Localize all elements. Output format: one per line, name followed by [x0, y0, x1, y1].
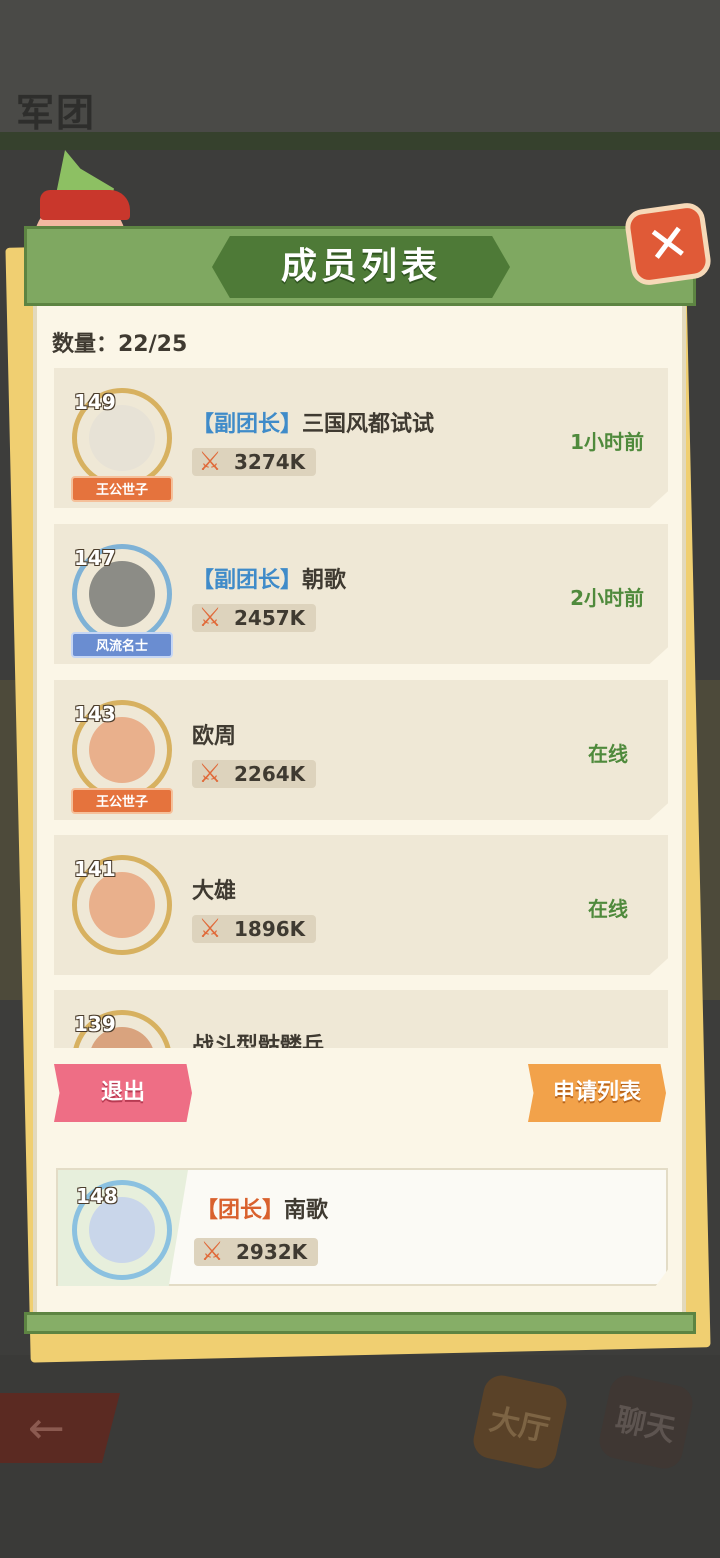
title-badge: 王公世子 — [71, 788, 173, 814]
apply-list-button[interactable]: 申请列表 — [528, 1064, 666, 1122]
power-box: ⚔ 1896K — [192, 914, 316, 944]
chat-label: 聊天 — [612, 1402, 679, 1449]
mascot-headband — [40, 190, 130, 220]
member-status: 2小时前 — [570, 586, 644, 610]
member-name-line: 【副团长】三国风都试试 — [192, 406, 434, 438]
member-name-line: 大雄 — [192, 873, 236, 905]
title-badge: 王公世子 — [71, 476, 173, 502]
dialog-title: 成员列表 — [280, 246, 441, 287]
member-count: 数量：22/25 — [52, 332, 188, 357]
power-value: 3274K — [234, 450, 306, 474]
power-value: 2264K — [234, 762, 306, 786]
close-icon: ✕ — [643, 212, 693, 276]
leader-name: 南歌 — [284, 1198, 329, 1223]
member-card[interactable]: 143 王公世子 欧周 ⚔ 2264K 在线 — [54, 680, 668, 820]
member-card[interactable]: 147 风流名士 【副团长】朝歌 ⚔ 2457K 2小时前 — [54, 524, 668, 664]
close-button[interactable]: ✕ — [623, 200, 713, 288]
avatar-portrait — [89, 405, 155, 471]
crossed-swords-icon: ⚔ — [198, 447, 222, 477]
power-value: 2457K — [234, 606, 306, 630]
member-card[interactable]: 149 王公世子 【副团长】三国风都试试 ⚔ 3274K 1小时前 — [54, 368, 668, 508]
member-level: 149 — [74, 390, 116, 414]
power-value: 1896K — [234, 917, 306, 941]
member-card[interactable]: 141 大雄 ⚔ 1896K 在线 — [54, 835, 668, 975]
member-name: 朝歌 — [302, 568, 347, 593]
power-box: ⚔ 2457K — [192, 603, 316, 633]
member-name-line: 【副团长】朝歌 — [192, 562, 346, 594]
member-name: 大雄 — [192, 879, 237, 904]
member-status: 在线 — [588, 897, 628, 921]
leader-name-line: 【团长】南歌 — [196, 1192, 328, 1224]
crossed-swords-icon: ⚔ — [198, 603, 222, 633]
member-card[interactable]: 139 战斗型骷髅兵 — [54, 990, 668, 1048]
crossed-swords-icon: ⚔ — [200, 1237, 224, 1267]
avatar-portrait — [89, 717, 155, 783]
member-name: 欧周 — [192, 724, 237, 749]
avatar-portrait — [89, 561, 155, 627]
leader-role: 【团长】 — [196, 1198, 285, 1223]
dialog-footer — [24, 1312, 696, 1334]
member-list[interactable]: 149 王公世子 【副团长】三国风都试试 ⚔ 3274K 1小时前 147 风流名… — [54, 368, 668, 1048]
power-box: ⚔ 2932K — [194, 1237, 318, 1267]
background-header — [0, 0, 720, 150]
member-name-line: 欧周 — [192, 718, 236, 750]
back-button[interactable]: ← — [0, 1393, 120, 1463]
member-level: 147 — [74, 546, 116, 570]
member-name: 战斗型骷髅兵 — [192, 1034, 325, 1048]
member-level: 141 — [74, 857, 116, 881]
power-value: 2932K — [236, 1240, 308, 1264]
power-box: ⚔ 2264K — [192, 759, 316, 789]
leader-level: 148 — [76, 1184, 118, 1208]
crossed-swords-icon: ⚔ — [198, 914, 222, 944]
member-name: 三国风都试试 — [302, 412, 435, 437]
hall-button[interactable]: 大厅 — [470, 1372, 570, 1472]
avatar-portrait — [89, 872, 155, 938]
background-band — [0, 132, 720, 150]
exit-button[interactable]: 退出 — [54, 1064, 192, 1122]
power-box: ⚔ 3274K — [192, 447, 316, 477]
member-role: 【副团长】 — [192, 412, 303, 437]
member-role: 【副团长】 — [192, 568, 303, 593]
member-status: 1小时前 — [570, 430, 644, 454]
leader-card[interactable]: 148 【团长】南歌 ⚔ 2932K — [56, 1168, 668, 1286]
arrow-left-icon: ← — [28, 1403, 65, 1454]
member-level: 143 — [74, 702, 116, 726]
chat-button[interactable]: 聊天 — [596, 1372, 696, 1472]
hall-label: 大厅 — [486, 1402, 553, 1449]
member-name-line: 战斗型骷髅兵 — [192, 1028, 324, 1048]
member-status: 在线 — [588, 742, 628, 766]
crossed-swords-icon: ⚔ — [198, 759, 222, 789]
page-title: 军团 — [16, 91, 97, 135]
member-level: 139 — [74, 1012, 116, 1036]
title-badge: 风流名士 — [71, 632, 173, 658]
